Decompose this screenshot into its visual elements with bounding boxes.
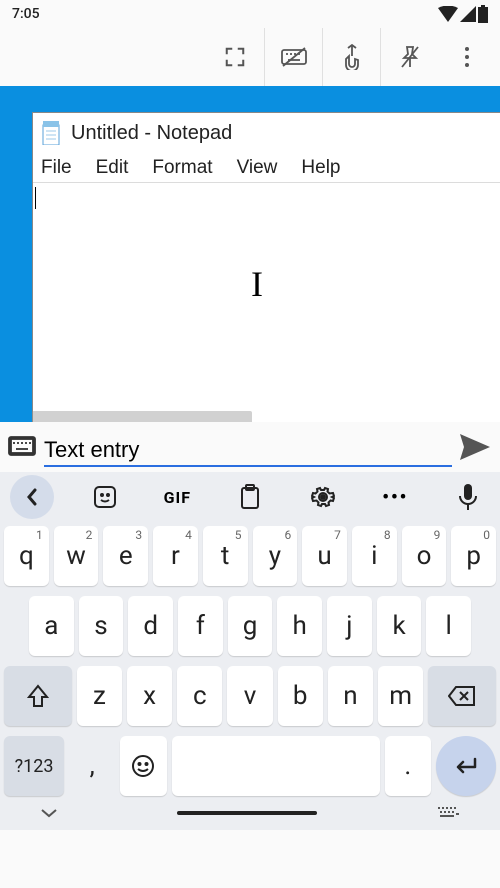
kb-row-3: z x c v b n m [4, 666, 496, 726]
backspace-icon [448, 685, 476, 707]
enter-icon [453, 756, 479, 776]
kb-more-button[interactable]: ••• [373, 475, 417, 519]
collapse-keyboard-icon[interactable] [40, 807, 58, 819]
key-s[interactable]: s [79, 596, 124, 656]
key-y[interactable]: y6 [253, 526, 298, 586]
pin-off-button[interactable] [380, 28, 438, 86]
clipboard-icon [239, 484, 261, 510]
key-m[interactable]: m [378, 666, 423, 726]
text-entry-bar [0, 422, 500, 472]
menu-edit[interactable]: Edit [96, 157, 129, 179]
key-f[interactable]: f [178, 596, 223, 656]
key-emoji[interactable] [120, 736, 166, 796]
shift-icon [27, 684, 49, 708]
remote-viewport[interactable]: Untitled - Notepad File Edit Format View… [0, 86, 500, 422]
notepad-menu: File Edit Format View Help [33, 153, 500, 183]
sticker-icon [93, 485, 117, 509]
onscreen-keyboard: GIF ••• q1 w2 e3 r4 t5 y6 u7 i8 o9 p0 a … [0, 472, 500, 830]
menu-help[interactable]: Help [301, 157, 340, 179]
key-g[interactable]: g [228, 596, 273, 656]
key-d[interactable]: d [128, 596, 173, 656]
fullscreen-icon [224, 46, 246, 68]
key-t[interactable]: t5 [203, 526, 248, 586]
wifi-icon [438, 6, 458, 22]
text-caret [35, 187, 36, 209]
keyboard-disabled-button[interactable] [264, 28, 322, 86]
key-comma[interactable]: , [69, 736, 115, 796]
notepad-window[interactable]: Untitled - Notepad File Edit Format View… [32, 112, 500, 422]
key-period[interactable]: . [385, 736, 431, 796]
key-o[interactable]: o9 [402, 526, 447, 586]
key-p[interactable]: p0 [451, 526, 496, 586]
key-q[interactable]: q1 [4, 526, 49, 586]
kb-mic-button[interactable] [446, 475, 490, 519]
keyboard-icon[interactable] [8, 436, 36, 458]
gif-label: GIF [164, 488, 191, 507]
menu-view[interactable]: View [237, 157, 278, 179]
key-space[interactable] [172, 736, 380, 796]
notepad-textarea[interactable]: I [33, 183, 500, 422]
cell-signal-icon [460, 6, 476, 22]
key-v[interactable]: v [227, 666, 272, 726]
key-n[interactable]: n [328, 666, 373, 726]
kb-row-1: q1 w2 e3 r4 t5 y6 u7 i8 o9 p0 [4, 526, 496, 586]
kb-row-2: a s d f g h j k l [4, 596, 496, 656]
key-k[interactable]: k [377, 596, 422, 656]
key-r[interactable]: r4 [153, 526, 198, 586]
key-backspace[interactable] [428, 666, 496, 726]
key-a[interactable]: a [29, 596, 74, 656]
kb-sticker-button[interactable] [83, 475, 127, 519]
app-toolbar [0, 28, 500, 86]
emoji-icon [131, 754, 155, 778]
key-z[interactable]: z [77, 666, 122, 726]
gear-icon [311, 485, 335, 509]
mic-icon [459, 484, 477, 510]
kb-gif-button[interactable]: GIF [155, 475, 199, 519]
ibeam-cursor-icon: I [251, 263, 263, 305]
send-icon[interactable] [460, 434, 490, 460]
key-enter[interactable] [436, 736, 496, 796]
status-bar: 7:05 [0, 0, 500, 28]
overflow-button[interactable] [438, 28, 496, 86]
key-b[interactable]: b [278, 666, 323, 726]
key-c[interactable]: c [177, 666, 222, 726]
key-u[interactable]: u7 [302, 526, 347, 586]
notepad-titlebar[interactable]: Untitled - Notepad [33, 113, 500, 153]
ellipsis-icon: ••• [382, 487, 408, 508]
kb-back-button[interactable] [10, 475, 54, 519]
menu-file[interactable]: File [41, 157, 72, 179]
keyboard-toolbar: GIF ••• [0, 472, 500, 522]
notepad-icon [41, 121, 61, 145]
menu-format[interactable]: Format [152, 157, 212, 179]
kb-settings-button[interactable] [301, 475, 345, 519]
key-e[interactable]: e3 [103, 526, 148, 586]
chevron-left-icon [25, 488, 39, 506]
touch-mode-button[interactable] [322, 28, 380, 86]
key-j[interactable]: j [327, 596, 372, 656]
horizontal-scrollbar[interactable] [32, 411, 252, 422]
kb-row-4: ?123 , . [4, 736, 496, 796]
fullscreen-button[interactable] [206, 28, 264, 86]
notepad-title-text: Untitled - Notepad [71, 122, 232, 145]
nav-handle[interactable] [177, 811, 317, 815]
key-w[interactable]: w2 [54, 526, 99, 586]
switch-keyboard-icon[interactable] [436, 805, 460, 821]
kb-clipboard-button[interactable] [228, 475, 272, 519]
touch-icon [341, 44, 363, 70]
key-x[interactable]: x [127, 666, 172, 726]
battery-icon [478, 5, 488, 23]
key-h[interactable]: h [277, 596, 322, 656]
key-i[interactable]: i8 [352, 526, 397, 586]
nav-bar [0, 796, 500, 830]
status-icons [438, 5, 488, 23]
keyboard-off-icon [281, 46, 307, 68]
status-time: 7:05 [12, 6, 40, 22]
pin-off-icon [399, 45, 421, 69]
key-l[interactable]: l [426, 596, 471, 656]
key-symbols[interactable]: ?123 [4, 736, 64, 796]
key-shift[interactable] [4, 666, 72, 726]
text-input[interactable] [44, 433, 452, 467]
more-vert-icon [464, 46, 470, 68]
